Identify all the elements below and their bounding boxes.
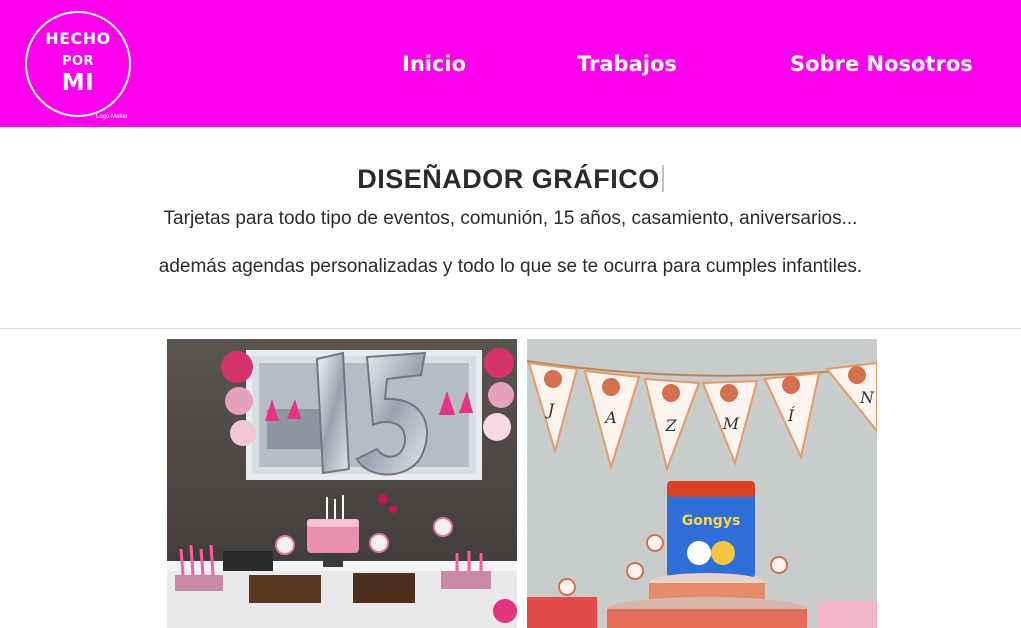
banner-letter-m: M bbox=[722, 414, 740, 433]
logo-maker-credit: Logo Maker bbox=[96, 114, 128, 120]
gallery-photo-quince-party[interactable] bbox=[167, 339, 517, 628]
candy-table-illustration: J A Z M Í N Gongys bbox=[527, 339, 877, 628]
hero-description-line-1: Tarjetas para todo tipo de eventos, comu… bbox=[163, 208, 858, 229]
gallery-photo-candy-table[interactable]: J A Z M Í N Gongys bbox=[527, 339, 877, 628]
nav-link-sobre-nosotros[interactable]: Sobre Nosotros bbox=[790, 50, 973, 78]
logo-line-hecho: HECHO bbox=[45, 29, 111, 48]
quince-party-illustration bbox=[167, 339, 517, 628]
banner-letter-n: N bbox=[859, 388, 875, 407]
logo-line-por: POR bbox=[61, 54, 95, 69]
typing-cursor bbox=[661, 165, 664, 192]
banner-letter-z: Z bbox=[664, 416, 677, 435]
section-divider bbox=[0, 328, 1021, 329]
nav-link-trabajos[interactable]: Trabajos bbox=[577, 50, 677, 78]
top-navbar: HECHO POR MI Logo Maker Inicio Trabajos … bbox=[0, 0, 1021, 127]
nav-link-inicio[interactable]: Inicio bbox=[402, 50, 466, 78]
hero-title-text: DISEÑADOR GRÁFICO bbox=[357, 164, 660, 194]
hero-description-line-2: además agendas personalizadas y todo lo … bbox=[158, 256, 863, 277]
brand-logo[interactable]: HECHO POR MI bbox=[25, 11, 131, 117]
banner-letter-a: A bbox=[603, 408, 617, 427]
logo-line-mi: MI bbox=[61, 70, 95, 96]
hero-title: DISEÑADOR GRÁFICO bbox=[0, 162, 1021, 196]
snack-brand-label: Gongys bbox=[682, 513, 741, 529]
